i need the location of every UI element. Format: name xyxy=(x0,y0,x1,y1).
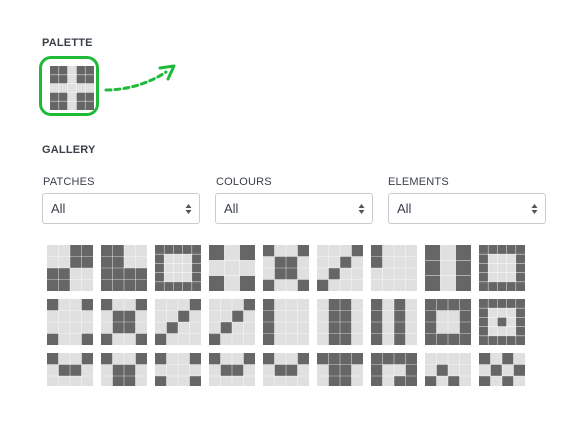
gallery-tile[interactable] xyxy=(47,353,93,386)
gallery-tile[interactable] xyxy=(479,245,525,291)
gallery-tile[interactable] xyxy=(263,299,309,345)
gallery-row-partial xyxy=(0,350,576,386)
gallery-tile[interactable] xyxy=(47,245,93,291)
gallery-tile[interactable] xyxy=(155,245,201,291)
gallery-tile[interactable] xyxy=(209,353,255,386)
gallery-tile[interactable] xyxy=(479,299,525,345)
gallery-tile[interactable] xyxy=(371,245,417,291)
gallery-grid xyxy=(0,0,576,429)
gallery-tile[interactable] xyxy=(263,245,309,291)
gallery-tile[interactable] xyxy=(101,299,147,345)
gallery-tile[interactable] xyxy=(317,353,363,386)
gallery-tile[interactable] xyxy=(263,353,309,386)
gallery-tile[interactable] xyxy=(317,299,363,345)
gallery-tile[interactable] xyxy=(155,353,201,386)
gallery-tile[interactable] xyxy=(101,353,147,386)
gallery-tile[interactable] xyxy=(155,299,201,345)
gallery-tile[interactable] xyxy=(479,353,525,386)
gallery-tile[interactable] xyxy=(371,299,417,345)
gallery-tile[interactable] xyxy=(47,299,93,345)
gallery-tile[interactable] xyxy=(209,245,255,291)
gallery-tile[interactable] xyxy=(425,353,471,386)
gallery-tile[interactable] xyxy=(317,245,363,291)
gallery-tile[interactable] xyxy=(371,353,417,386)
gallery-tile[interactable] xyxy=(209,299,255,345)
gallery-tile[interactable] xyxy=(425,245,471,291)
gallery-tile[interactable] xyxy=(101,245,147,291)
gallery-tile[interactable] xyxy=(425,299,471,345)
